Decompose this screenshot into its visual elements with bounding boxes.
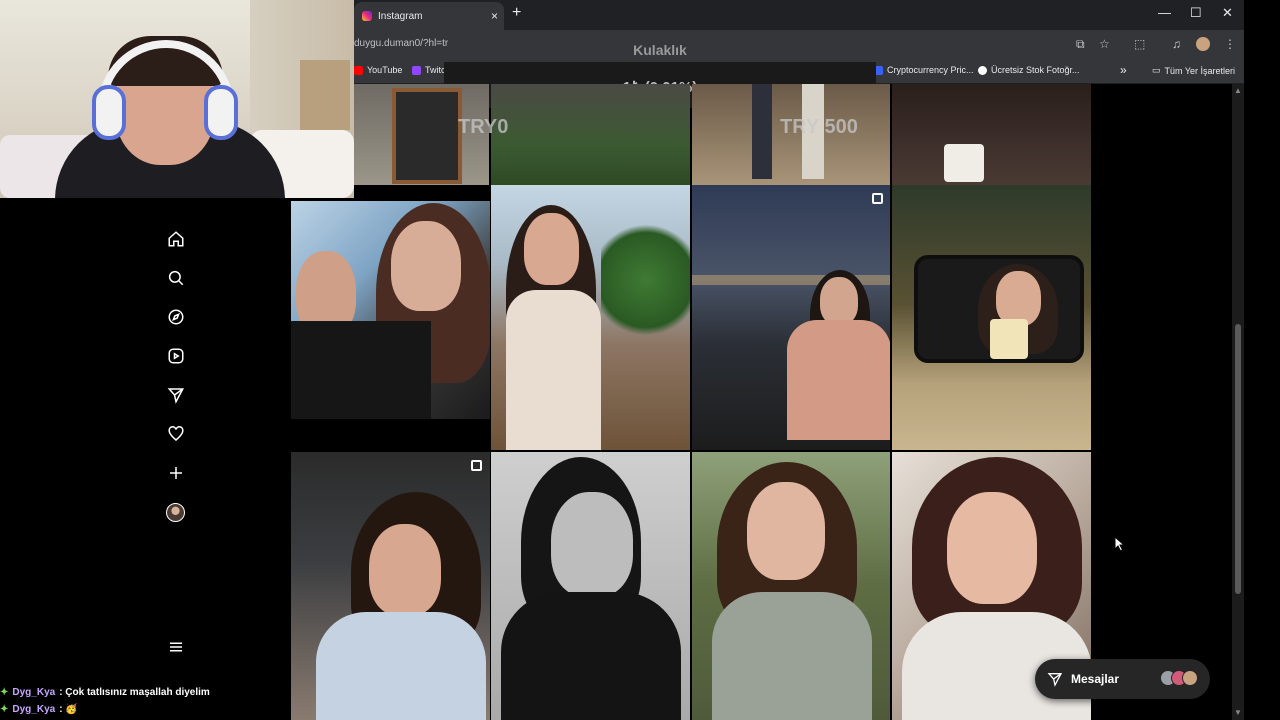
post-thumbnail[interactable]: [491, 84, 690, 185]
browser-profile-avatar[interactable]: [1196, 37, 1210, 51]
bookmarks-more-button[interactable]: »: [1120, 63, 1127, 77]
minimize-button[interactable]: —: [1158, 5, 1171, 20]
new-tab-button[interactable]: +: [512, 4, 521, 22]
all-bookmarks-folder[interactable]: ▭ Tüm Yer İşaretleri: [1152, 65, 1235, 76]
search-icon[interactable]: [165, 267, 187, 289]
explore-icon[interactable]: [165, 306, 187, 328]
bookmark-label: Ücretsiz Stok Fotoğr...: [991, 65, 1080, 75]
photo-face: [391, 221, 461, 311]
reels-icon[interactable]: [165, 345, 187, 367]
multiple-posts-icon: [872, 193, 883, 204]
photo-car-mirror: [914, 255, 1084, 363]
bookmark-stock-photos[interactable]: Ücretsiz Stok Fotoğr...: [978, 65, 1080, 75]
create-icon[interactable]: [165, 462, 187, 484]
tab-bar: Instagram × + — ☐ ✕: [354, 0, 1244, 30]
donation-goal-title: Kulaklık: [633, 42, 687, 58]
media-control-icon[interactable]: ♫: [1172, 37, 1181, 51]
avatar: [1182, 670, 1198, 686]
pexels-icon: [978, 65, 987, 75]
chat-username: Dyg_Kya: [12, 704, 56, 715]
close-window-button[interactable]: ✕: [1222, 5, 1233, 21]
page-scrollbar[interactable]: ▲ ▼: [1232, 84, 1244, 720]
home-icon[interactable]: [165, 228, 187, 250]
bookmark-label: YouTube: [367, 65, 403, 75]
address-bar[interactable]: duygu.duman0/?hl=tr ⧉ ☆ ⬚ ♫ ⋮: [354, 30, 1244, 60]
photo-face: [996, 271, 1041, 326]
bookmark-star-icon[interactable]: ☆: [1099, 37, 1110, 51]
scroll-up-icon[interactable]: ▲: [1234, 86, 1242, 95]
post-thumbnail[interactable]: [491, 452, 690, 720]
post-thumbnail[interactable]: [291, 201, 490, 419]
headphones-cup-left: [92, 85, 126, 140]
photo-shirt: [501, 592, 681, 720]
messages-button[interactable]: Mesajlar: [1035, 659, 1210, 699]
notifications-icon[interactable]: [165, 423, 187, 445]
youtube-icon: [354, 65, 363, 75]
post-thumbnail[interactable]: [491, 185, 690, 450]
chat-text: : Çok tatlısınız maşallah diyelim: [59, 687, 210, 698]
tea-cup: [944, 144, 984, 182]
tab-title: Instagram: [378, 10, 423, 22]
profile-post-grid: [291, 84, 1091, 720]
post-thumbnail[interactable]: [692, 185, 890, 450]
photo-face: [369, 524, 441, 616]
multiple-posts-icon: [471, 460, 482, 471]
photo-phone: [990, 319, 1028, 359]
bookmark-label: Twitc: [425, 65, 446, 75]
menu-icon[interactable]: [165, 636, 187, 658]
all-bookmarks-label: Tüm Yer İşaretleri: [1164, 65, 1236, 76]
folder-icon: ▭: [1152, 65, 1161, 75]
photo-sweater: [291, 321, 431, 419]
chalkboard-sign: [392, 88, 462, 184]
chat-text: : 🥳: [59, 704, 78, 715]
twitch-icon: [412, 65, 421, 75]
headphones-cup-right: [204, 85, 238, 140]
photo-face: [947, 492, 1037, 604]
photo-coat: [787, 320, 890, 440]
profile-avatar[interactable]: [166, 503, 185, 522]
photo-face: [524, 213, 579, 285]
bookmark-label: Cryptocurrency Pric...: [887, 65, 974, 75]
donation-max-label: TRY 500: [780, 116, 858, 138]
photo-face: [747, 482, 825, 580]
photo-plant: [601, 215, 690, 345]
sparkle-icon: ✦: [0, 687, 9, 698]
bookmark-twitch[interactable]: Twitc: [412, 65, 446, 75]
messages-label: Mesajlar: [1071, 672, 1120, 686]
post-thumbnail[interactable]: [692, 452, 890, 720]
scroll-down-icon[interactable]: ▼: [1234, 708, 1242, 717]
maximize-button[interactable]: ☐: [1190, 5, 1202, 21]
photo-face: [820, 277, 858, 325]
photo-face: [551, 492, 633, 597]
sparkle-icon: ✦: [0, 704, 9, 715]
bookmark-youtube[interactable]: YouTube: [354, 65, 402, 75]
post-thumbnail[interactable]: [291, 452, 490, 720]
scrollbar-thumb[interactable]: [1235, 324, 1241, 594]
bookmark-coinmarketcap[interactable]: Cryptocurrency Pric...: [874, 65, 974, 75]
tab-instagram[interactable]: Instagram ×: [354, 2, 504, 30]
install-app-icon[interactable]: ⧉: [1076, 37, 1085, 52]
donation-min-label: TRY0: [458, 116, 509, 138]
post-thumbnail[interactable]: [892, 84, 1091, 185]
photo-jacket: [712, 592, 872, 720]
extensions-icon[interactable]: ⬚: [1134, 37, 1145, 51]
direct-message-icon: [1047, 673, 1063, 687]
chat-username: Dyg_Kya: [12, 687, 56, 698]
photo-figure: [752, 84, 772, 179]
mouse-cursor-icon: [1114, 536, 1126, 552]
messages-icon[interactable]: [165, 384, 187, 406]
url-text[interactable]: duygu.duman0/?hl=tr: [354, 38, 448, 49]
instagram-favicon-icon: [362, 11, 372, 21]
photo-shirt: [506, 290, 601, 450]
post-thumbnail[interactable]: [892, 185, 1091, 450]
message-avatars: [1160, 670, 1198, 686]
chat-message: ✦ Dyg_Kya : Çok tatlısınız maşallah diye…: [0, 687, 360, 698]
chrome-menu-icon[interactable]: ⋮: [1224, 37, 1236, 51]
tab-close-icon[interactable]: ×: [491, 9, 504, 23]
chat-message: ✦ Dyg_Kya : 🥳: [0, 704, 360, 715]
